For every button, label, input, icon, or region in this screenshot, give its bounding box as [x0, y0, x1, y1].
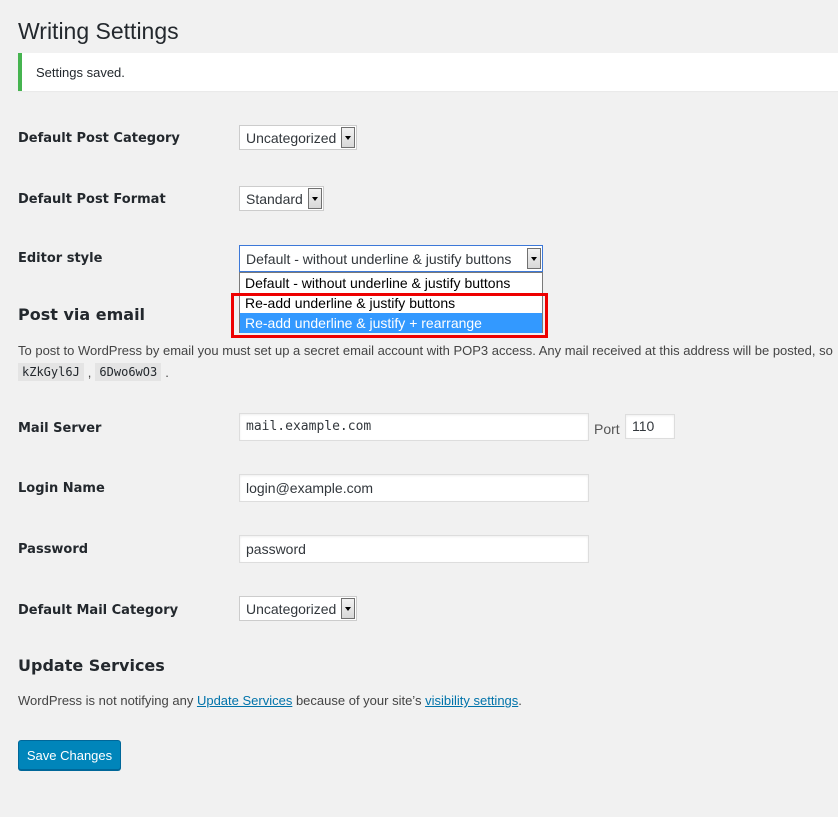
editor-style-value: Default - without underline & justify bu… [246, 250, 512, 267]
update-text-middle: because of your site’s [292, 693, 426, 708]
mail-server-input[interactable]: mail.example.com [239, 413, 589, 441]
default-post-category-select[interactable]: Uncategorized [239, 125, 357, 150]
port-input[interactable]: 110 [625, 414, 675, 439]
login-name-label: Login Name [18, 481, 105, 496]
post-via-email-description: To post to WordPress by email you must s… [18, 343, 833, 358]
secret-codes: kZkGyl6J , 6Dwo6wO3 . [18, 363, 169, 381]
default-post-format-select[interactable]: Standard [239, 186, 324, 211]
login-name-input[interactable]: login@example.com [239, 474, 589, 502]
default-mail-category-value: Uncategorized [246, 600, 337, 617]
update-services-text: WordPress is not notifying any Update Se… [18, 693, 522, 708]
highlight-annotation-box [231, 293, 548, 338]
password-label: Password [18, 542, 89, 557]
default-post-format-value: Standard [246, 190, 303, 207]
chevron-down-icon [527, 248, 541, 269]
default-post-category-label: Default Post Category [18, 131, 180, 146]
default-post-category-value: Uncategorized [246, 129, 337, 146]
chevron-down-icon [341, 598, 355, 619]
update-services-link[interactable]: Update Services [197, 693, 292, 708]
default-mail-category-label: Default Mail Category [18, 603, 179, 618]
chevron-down-icon [341, 127, 355, 148]
notice-text: Settings saved. [36, 65, 125, 80]
settings-saved-notice: Settings saved. [18, 53, 838, 91]
secret-code-1: kZkGyl6J [18, 363, 84, 381]
editor-style-label: Editor style [18, 251, 103, 266]
save-changes-button[interactable]: Save Changes [18, 740, 121, 770]
password-input[interactable]: password [239, 535, 589, 563]
update-text-after: . [518, 693, 522, 708]
chevron-down-icon [308, 188, 322, 209]
port-label: Port [594, 421, 620, 437]
secret-code-2: 6Dwo6wO3 [95, 363, 162, 381]
page-title: Writing Settings [18, 18, 179, 44]
code-end: . [165, 364, 169, 380]
default-post-format-label: Default Post Format [18, 192, 166, 207]
default-mail-category-select[interactable]: Uncategorized [239, 596, 357, 621]
update-services-title: Update Services [18, 656, 165, 675]
code-separator: , [87, 364, 92, 380]
editor-style-select[interactable]: Default - without underline & justify bu… [239, 245, 543, 272]
post-via-email-title: Post via email [18, 305, 146, 324]
mail-server-label: Mail Server [18, 421, 102, 436]
update-text-before: WordPress is not notifying any [18, 693, 197, 708]
visibility-settings-link[interactable]: visibility settings [425, 693, 518, 708]
editor-style-option-default[interactable]: Default - without underline & justify bu… [240, 273, 542, 293]
